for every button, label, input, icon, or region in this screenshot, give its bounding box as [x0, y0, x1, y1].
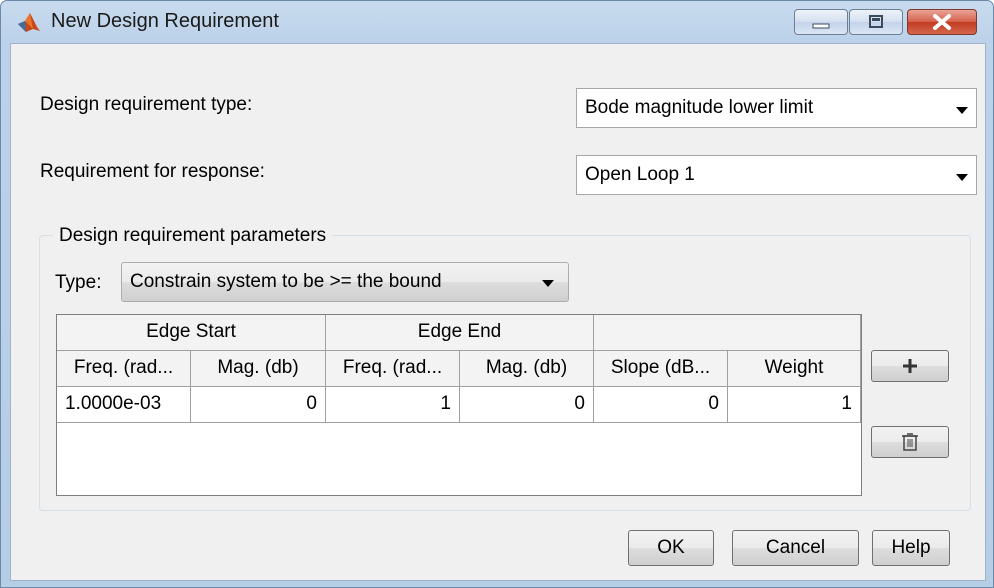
table-cell-end-freq[interactable]: 1 — [326, 387, 460, 423]
delete-row-button[interactable] — [871, 426, 949, 458]
column-header-end-freq[interactable]: Freq. (rad... — [326, 351, 460, 387]
plus-icon — [903, 359, 917, 373]
constraint-type-dropdown[interactable]: Constrain system to be >= the bound — [121, 262, 569, 302]
column-header-weight[interactable]: Weight — [728, 351, 861, 387]
parameters-group-title: Design requirement parameters — [53, 225, 333, 247]
column-header-end-mag[interactable]: Mag. (db) — [460, 351, 594, 387]
table-cell-start-mag[interactable]: 0 — [191, 387, 326, 423]
ok-button[interactable]: OK — [628, 530, 714, 566]
response-value: Open Loop 1 — [585, 164, 695, 185]
design-type-dropdown[interactable]: Bode magnitude lower limit — [576, 88, 977, 128]
maximize-button[interactable] — [849, 9, 903, 35]
chevron-down-icon — [542, 280, 554, 287]
group-header-blank — [594, 315, 861, 351]
close-button[interactable] — [907, 9, 977, 35]
trash-icon — [902, 433, 918, 451]
table-cell-end-mag[interactable]: 0 — [460, 387, 594, 423]
minimize-icon — [812, 23, 830, 29]
response-dropdown[interactable]: Open Loop 1 — [576, 155, 977, 195]
constraint-type-value: Constrain system to be >= the bound — [130, 271, 442, 292]
column-header-slope[interactable]: Slope (dB... — [594, 351, 728, 387]
chevron-down-icon — [956, 107, 968, 114]
maximize-icon — [869, 15, 883, 28]
design-type-label: Design requirement type: — [40, 94, 253, 115]
table-cell-weight[interactable]: 1 — [728, 387, 861, 423]
close-icon — [933, 14, 951, 30]
table-cell-slope[interactable]: 0 — [594, 387, 728, 423]
help-button[interactable]: Help — [872, 530, 950, 566]
column-header-start-freq[interactable]: Freq. (rad... — [57, 351, 191, 387]
matlab-logo-icon — [18, 13, 40, 32]
group-header-edge-start: Edge Start — [57, 315, 326, 351]
window-title: New Design Requirement — [51, 10, 279, 32]
group-header-edge-end: Edge End — [326, 315, 594, 351]
add-row-button[interactable] — [871, 350, 949, 382]
minimize-button[interactable] — [794, 9, 848, 35]
title-bar[interactable]: New Design Requirement — [1, 1, 993, 43]
dialog-window: New Design Requirement Design requiremen… — [0, 0, 994, 588]
chevron-down-icon — [956, 174, 968, 181]
response-label: Requirement for response: — [40, 161, 265, 182]
requirement-table[interactable]: Edge Start Edge End Freq. (rad... Mag. (… — [56, 314, 862, 496]
table-cell-start-freq[interactable]: 1.0000e-03 — [57, 387, 191, 423]
column-header-start-mag[interactable]: Mag. (db) — [191, 351, 326, 387]
design-type-value: Bode magnitude lower limit — [585, 97, 814, 118]
dialog-client-area: Design requirement type: Bode magnitude … — [10, 43, 986, 581]
type-label: Type: — [55, 272, 102, 293]
cancel-button[interactable]: Cancel — [732, 530, 859, 566]
